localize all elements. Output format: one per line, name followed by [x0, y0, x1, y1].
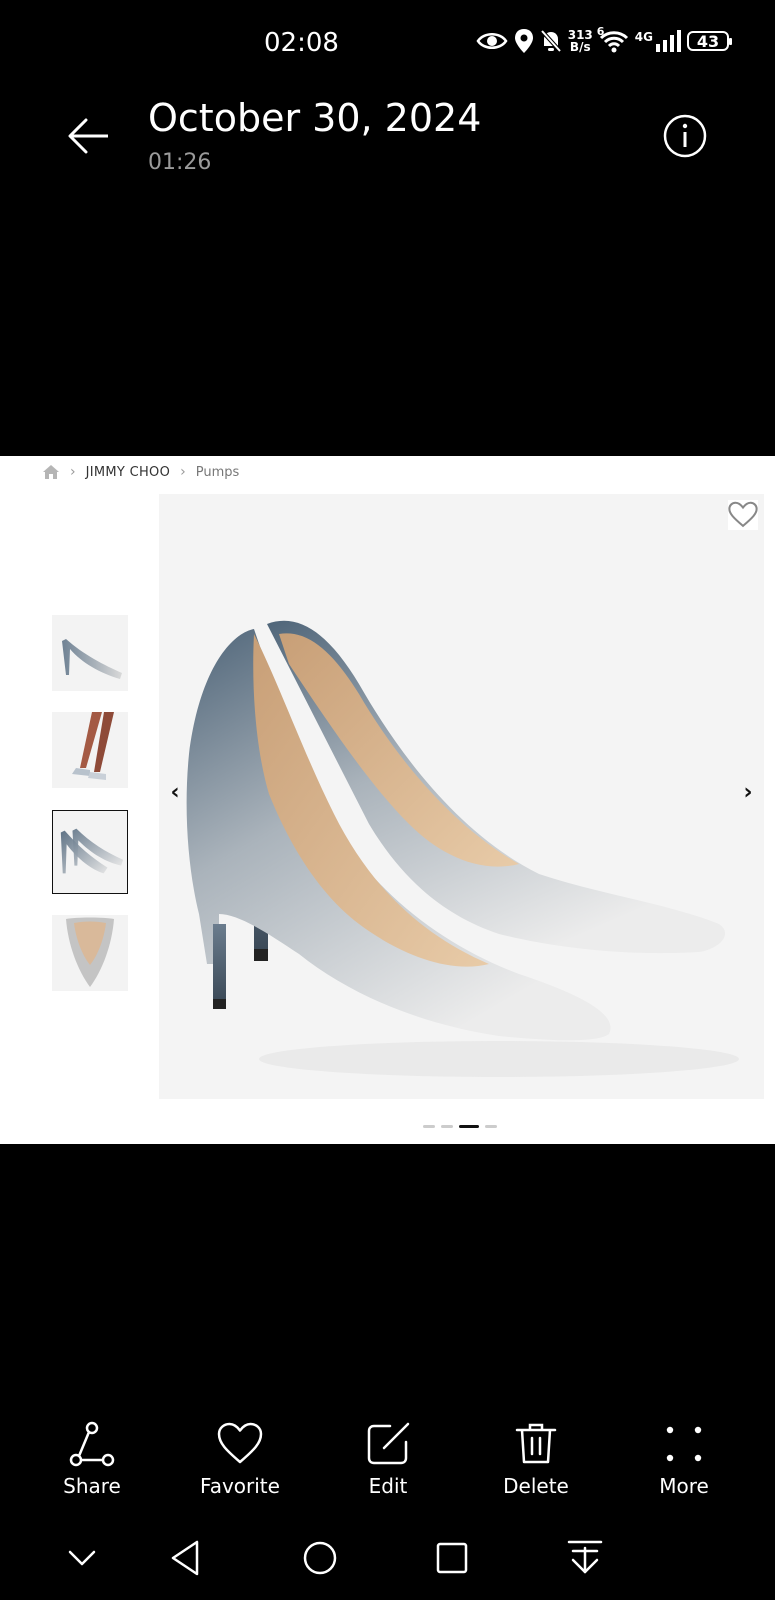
- arrow-left-icon: [68, 118, 108, 154]
- nav-back-button[interactable]: [165, 1536, 209, 1580]
- thumbnail-3-selected[interactable]: [52, 810, 128, 894]
- info-icon: [663, 114, 707, 158]
- breadcrumb: › JIMMY CHOO › Pumps: [42, 464, 239, 480]
- page-subtitle-time: 01:26: [148, 150, 212, 175]
- shoe-pair-thumbnail: [60, 828, 124, 874]
- carousel-next-button[interactable]: ›: [736, 780, 760, 805]
- nav-home-button[interactable]: [298, 1536, 342, 1580]
- carousel-dots: [423, 1125, 497, 1128]
- nav-collapse-button[interactable]: [60, 1536, 104, 1580]
- back-button[interactable]: [62, 110, 114, 162]
- download-icon: [567, 1540, 603, 1574]
- breadcrumb-brand[interactable]: JIMMY CHOO: [86, 465, 171, 480]
- bell-muted-icon: [540, 29, 562, 53]
- network-speed-unit: B/s: [569, 40, 591, 54]
- status-icons: 313 B/s 6 4G 43: [476, 25, 732, 54]
- carousel-dot-4[interactable]: [485, 1125, 497, 1128]
- thumbnail-2[interactable]: [52, 712, 128, 788]
- model-legs-thumbnail: [72, 712, 114, 780]
- product-main-image[interactable]: ‹ ›: [159, 494, 764, 1099]
- carousel-dot-1[interactable]: [423, 1125, 435, 1128]
- carousel-dot-2[interactable]: [441, 1125, 453, 1128]
- recents-square-icon: [436, 1542, 468, 1574]
- battery-indicator: 43: [687, 31, 732, 51]
- thumbnail-1[interactable]: [52, 615, 128, 691]
- glitter-pumps-image: [186, 620, 739, 1077]
- heart-icon: [217, 1422, 263, 1464]
- nav-download-button[interactable]: [563, 1536, 607, 1580]
- chevron-down-icon: [68, 1550, 96, 1566]
- more-button[interactable]: More: [614, 1420, 754, 1498]
- page-title: October 30, 2024: [148, 96, 482, 140]
- favorite-button[interactable]: Favorite: [170, 1420, 310, 1498]
- thumbnail-4[interactable]: [52, 915, 128, 991]
- wifi-group: 6: [597, 25, 629, 53]
- location-icon: [514, 29, 533, 53]
- carousel-dot-3-active[interactable]: [459, 1125, 479, 1128]
- shoe-front-thumbnail: [66, 917, 114, 987]
- more-dots-icon: [666, 1426, 702, 1462]
- delete-button[interactable]: Delete: [466, 1420, 606, 1498]
- system-navigation-bar: [0, 1536, 775, 1586]
- edit-icon: [367, 1422, 410, 1465]
- breadcrumb-category[interactable]: Pumps: [196, 465, 240, 480]
- info-button[interactable]: [662, 113, 708, 159]
- back-triangle-icon: [171, 1540, 199, 1576]
- edit-label: Edit: [368, 1474, 408, 1498]
- wishlist-button[interactable]: [728, 500, 758, 530]
- network-speed: 313 B/s: [568, 29, 593, 53]
- more-label: More: [659, 1474, 709, 1498]
- share-label: Share: [63, 1474, 121, 1498]
- share-icon: [69, 1421, 115, 1467]
- share-button[interactable]: Share: [22, 1420, 162, 1498]
- photo-viewer[interactable]: › JIMMY CHOO › Pumps ‹ ›: [0, 456, 775, 1144]
- cell-signal-icon: [656, 30, 681, 52]
- chevron-right-icon: ›: [180, 464, 186, 480]
- heart-outline-icon: [728, 501, 758, 528]
- eye-icon: [476, 33, 508, 49]
- photo-action-bar: Share Favorite Edit Delete More: [0, 1420, 775, 1510]
- trash-icon: [515, 1423, 557, 1464]
- shoe-side-thumbnail: [62, 639, 122, 679]
- edit-button[interactable]: Edit: [318, 1420, 458, 1498]
- cell-group: 4G: [635, 30, 681, 52]
- delete-label: Delete: [503, 1474, 569, 1498]
- favorite-label: Favorite: [200, 1474, 280, 1498]
- carousel-prev-button[interactable]: ‹: [163, 780, 187, 805]
- chevron-right-icon: ›: [70, 464, 76, 480]
- nav-recents-button[interactable]: [430, 1536, 474, 1580]
- wifi-label: 6: [596, 25, 605, 38]
- home-icon[interactable]: [42, 464, 60, 480]
- home-circle-icon: [303, 1541, 337, 1575]
- cell-label: 4G: [634, 30, 653, 44]
- status-time: 02:08: [264, 28, 339, 58]
